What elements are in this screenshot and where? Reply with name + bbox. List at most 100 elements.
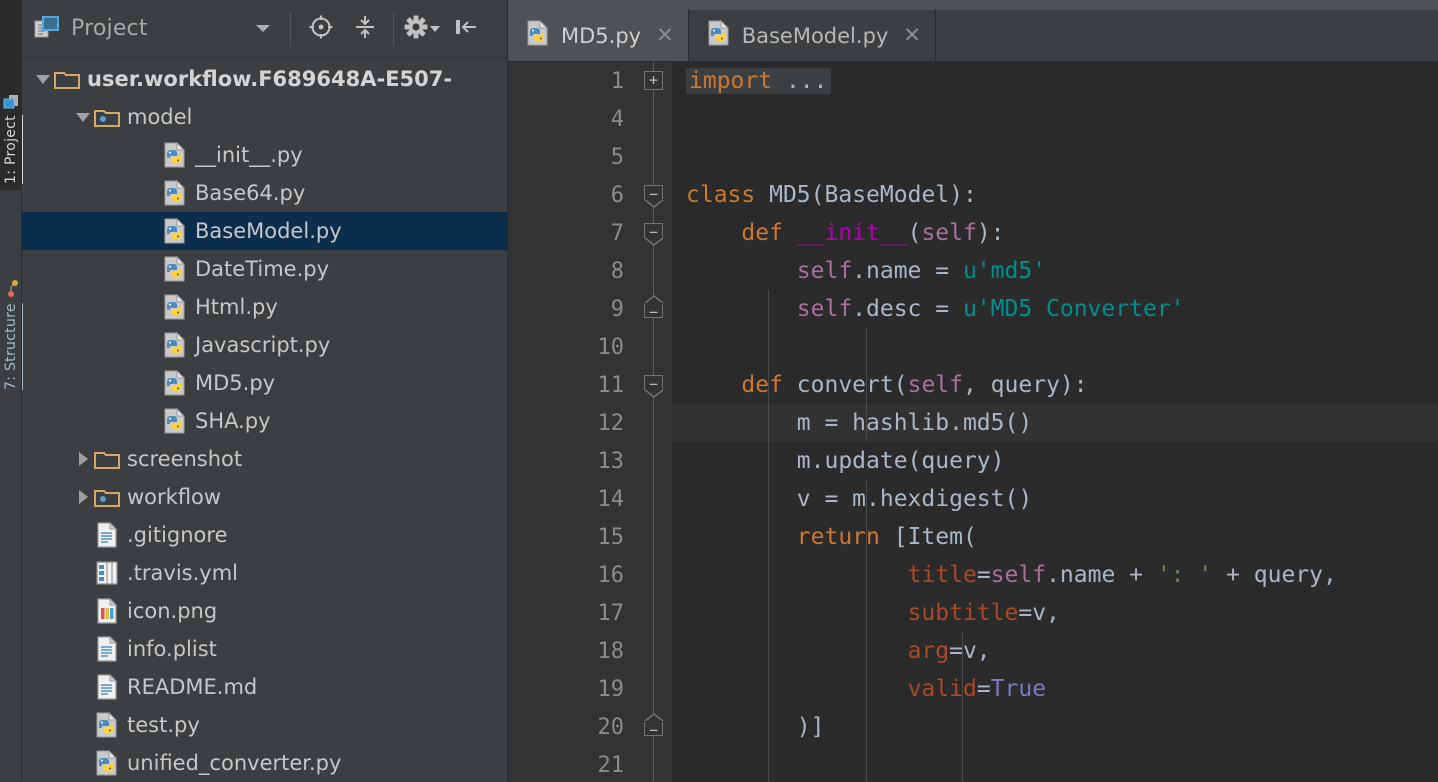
- settings-button[interactable]: [402, 9, 442, 49]
- project-panel-header: Project: [22, 0, 507, 58]
- fold-region-end-icon[interactable]: −: [644, 295, 664, 320]
- tree-item-label: info.plist: [127, 636, 217, 661]
- project-toolbar: [295, 9, 486, 49]
- code-line[interactable]: arg=v,: [672, 632, 1438, 670]
- code-line[interactable]: import ...: [672, 62, 1438, 100]
- line-number: 5: [610, 144, 624, 170]
- python-file-icon: [707, 19, 731, 51]
- tree-item[interactable]: workflow: [22, 478, 507, 516]
- close-icon[interactable]: ✕: [903, 25, 921, 46]
- code-line[interactable]: [672, 746, 1438, 782]
- tree-item-label: README.md: [127, 674, 258, 699]
- tree-item[interactable]: README.md: [22, 668, 507, 706]
- tree-item[interactable]: info.plist: [22, 630, 507, 668]
- tree-item[interactable]: model: [22, 98, 507, 136]
- tree-item[interactable]: Javascript.py: [22, 326, 507, 364]
- editor-tab-strip[interactable]: MD5.py ✕ BaseModel.py ✕: [508, 10, 1438, 62]
- text-file-icon: [94, 636, 120, 662]
- code-line[interactable]: def convert(self, query):: [672, 366, 1438, 404]
- project-view-selector[interactable]: Project: [34, 9, 286, 49]
- chevron-down-icon[interactable]: [72, 111, 94, 123]
- python-file-icon: [162, 332, 188, 358]
- tree-item[interactable]: MD5.py: [22, 364, 507, 402]
- gear-icon: [403, 14, 429, 44]
- locate-button[interactable]: [301, 9, 341, 49]
- chevron-right-icon[interactable]: [72, 451, 94, 467]
- tree-item[interactable]: Html.py: [22, 288, 507, 326]
- fold-expand-icon[interactable]: +: [644, 71, 663, 90]
- chevron-down-icon[interactable]: [254, 19, 272, 38]
- chevron-down-icon[interactable]: [32, 73, 54, 85]
- tree-item[interactable]: icon.png: [22, 592, 507, 630]
- tree-item[interactable]: DateTime.py: [22, 250, 507, 288]
- code-line[interactable]: [672, 328, 1438, 366]
- tree-item[interactable]: test.py: [22, 706, 507, 744]
- tree-item-label: SHA.py: [195, 408, 271, 433]
- tree-item[interactable]: user.workflow.F689648A-E507-: [22, 60, 507, 98]
- line-number: 20: [597, 714, 625, 740]
- tree-item-label: .gitignore: [127, 522, 228, 547]
- code-line[interactable]: valid=True: [672, 670, 1438, 708]
- line-number: 18: [597, 638, 625, 664]
- editor-tab[interactable]: MD5.py ✕: [508, 10, 689, 61]
- code-folding-gutter[interactable]: + − − − − −: [636, 62, 672, 782]
- code-view[interactable]: 1 4 5 6 7 8 9 10 11 12 13 14 15 16 17 18 19 20 21 + − − − − − i…: [508, 62, 1438, 782]
- line-number: 7: [610, 220, 624, 246]
- yaml-file-icon: [94, 560, 120, 586]
- hide-panel-button[interactable]: [446, 9, 486, 49]
- code-line[interactable]: subtitle=v,: [672, 594, 1438, 632]
- code-line[interactable]: title=self.name + ': ' + query,: [672, 556, 1438, 594]
- code-line[interactable]: v = m.hexdigest(): [672, 480, 1438, 518]
- code-text[interactable]: import ... class MD5(BaseModel): def __in…: [672, 62, 1438, 782]
- python-file-icon: [162, 256, 188, 282]
- tree-item[interactable]: SHA.py: [22, 402, 507, 440]
- code-line[interactable]: self.desc = u'MD5 Converter': [672, 290, 1438, 328]
- code-line[interactable]: [672, 100, 1438, 138]
- crosshair-target-icon: [308, 14, 334, 44]
- indent-guide: [768, 290, 769, 782]
- fold-collapse-icon[interactable]: −: [644, 375, 664, 398]
- project-tree[interactable]: user.workflow.F689648A-E507- model __init_…: [22, 58, 507, 782]
- tree-item-label: Html.py: [195, 294, 278, 319]
- code-line[interactable]: m = hashlib.md5(): [672, 404, 1438, 442]
- code-line[interactable]: def __init__(self):: [672, 214, 1438, 252]
- tree-item-label: test.py: [127, 712, 200, 737]
- code-line[interactable]: return [Item(: [672, 518, 1438, 556]
- tree-item[interactable]: screenshot: [22, 440, 507, 478]
- tree-item[interactable]: BaseModel.py: [22, 212, 507, 250]
- code-line[interactable]: [672, 138, 1438, 176]
- fold-collapse-icon[interactable]: −: [644, 223, 664, 246]
- tree-item-label: __init__.py: [195, 142, 303, 167]
- tool-tab-structure[interactable]: 7: Structure: [0, 196, 22, 396]
- image-file-icon: [94, 598, 120, 624]
- tool-tab-project[interactable]: 1: Project: [0, 0, 22, 190]
- tree-item[interactable]: Base64.py: [22, 174, 507, 212]
- code-line[interactable]: )]: [672, 708, 1438, 746]
- fold-region-end-icon[interactable]: −: [644, 713, 664, 738]
- chevron-right-icon[interactable]: [72, 489, 94, 505]
- pycharm-window: 1: Project 7: Structure Project user.wor…: [0, 0, 1438, 782]
- tool-tab-structure-label: 7: Structure: [3, 303, 19, 390]
- tree-item[interactable]: __init__.py: [22, 136, 507, 174]
- python-file-icon: [162, 180, 188, 206]
- editor-tab[interactable]: BaseModel.py ✕: [688, 10, 936, 61]
- folder-module-icon: [94, 106, 120, 128]
- tree-item-label: Javascript.py: [195, 332, 331, 357]
- collapse-all-button[interactable]: [345, 9, 385, 49]
- fold-collapse-icon[interactable]: −: [644, 185, 664, 208]
- hide-panel-icon: [453, 14, 479, 44]
- code-line[interactable]: m.update(query): [672, 442, 1438, 480]
- chevron-down-icon-settings: [429, 19, 441, 38]
- collapse-all-icon: [352, 14, 378, 44]
- project-view-icon: [34, 15, 60, 43]
- tree-item-label: DateTime.py: [195, 256, 330, 281]
- tree-item[interactable]: .travis.yml: [22, 554, 507, 592]
- close-icon[interactable]: ✕: [656, 25, 674, 46]
- project-view-label: Project: [71, 16, 148, 41]
- python-file-icon: [94, 712, 120, 738]
- code-line[interactable]: class MD5(BaseModel):: [672, 176, 1438, 214]
- tree-item[interactable]: unified_converter.py: [22, 744, 507, 782]
- python-file-icon: [162, 294, 188, 320]
- code-line[interactable]: self.name = u'md5': [672, 252, 1438, 290]
- tree-item[interactable]: .gitignore: [22, 516, 507, 554]
